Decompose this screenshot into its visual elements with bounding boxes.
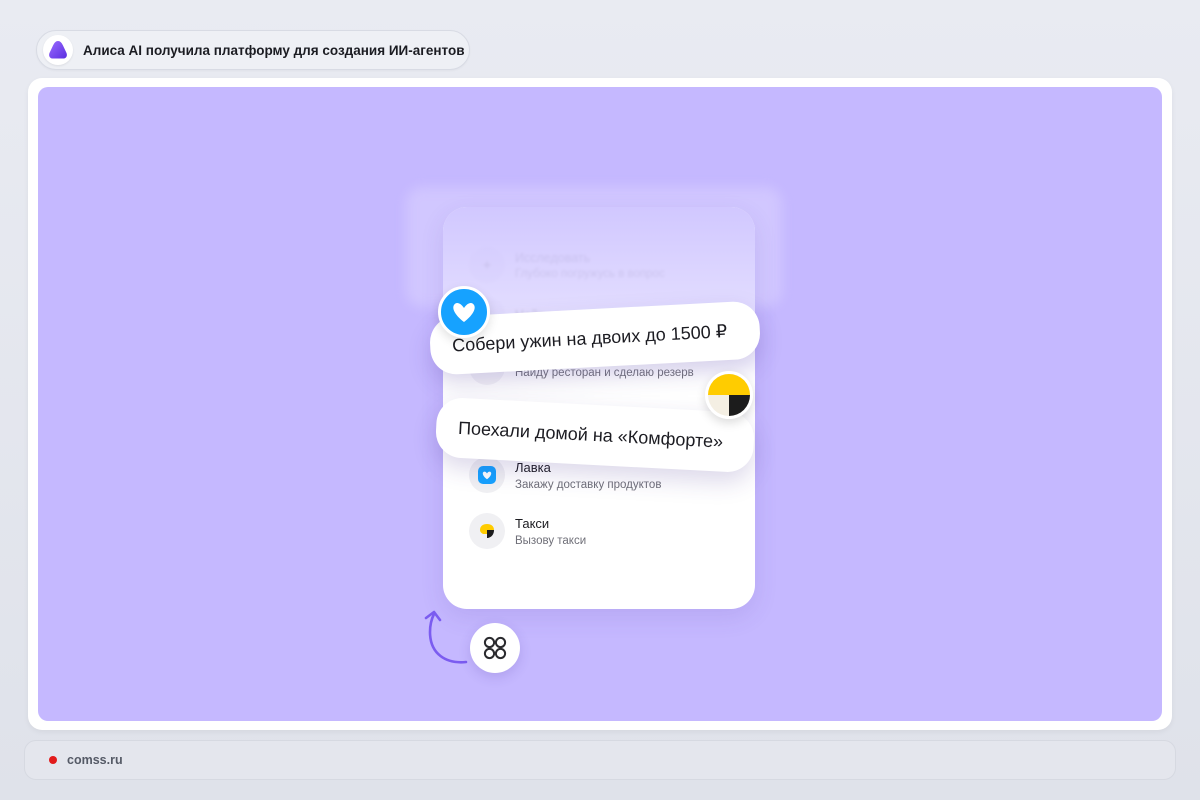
article-title: Алиса AI получила платформу для создания… [83,42,465,58]
lavka-icon [469,457,505,493]
prompt-text: Собери ужин на двоих до 1500 ₽ [451,320,728,355]
service-subtitle: Закажу доставку продуктов [515,478,662,491]
alice-logo-icon [43,35,73,65]
source-footer: comss.ru [24,740,1176,780]
blurred-item-research: ✦ Исследовать Глубоко погружусь в вопрос [469,247,665,283]
article-title-bar: Алиса AI получила платформу для создания… [36,30,470,70]
taxi-icon [469,513,505,549]
apps-button[interactable] [470,623,520,673]
promo-canvas: ✦ Исследовать Глубоко погружусь в вопрос… [38,87,1162,721]
curved-arrow-icon [424,610,468,664]
blurred-item-title: Исследовать [515,250,591,265]
blurred-item-subtitle: Глубоко погружусь в вопрос [515,267,665,280]
source-site-link[interactable]: comss.ru [67,753,123,767]
apps-grid-icon [483,636,507,660]
taxi-badge-icon [705,371,753,419]
service-subtitle: Вызову такси [515,534,587,547]
status-dot-icon [49,756,57,764]
lavka-badge-icon [438,286,490,338]
sparkle-icon: ✦ [469,247,505,283]
main-card: ✦ Исследовать Глубоко погружусь в вопрос… [28,78,1172,730]
prompt-text: Поехали домой на «Комфорте» [457,417,724,452]
service-item-taxi[interactable]: Такси Вызову такси [469,509,586,553]
service-title: Такси [515,515,550,531]
